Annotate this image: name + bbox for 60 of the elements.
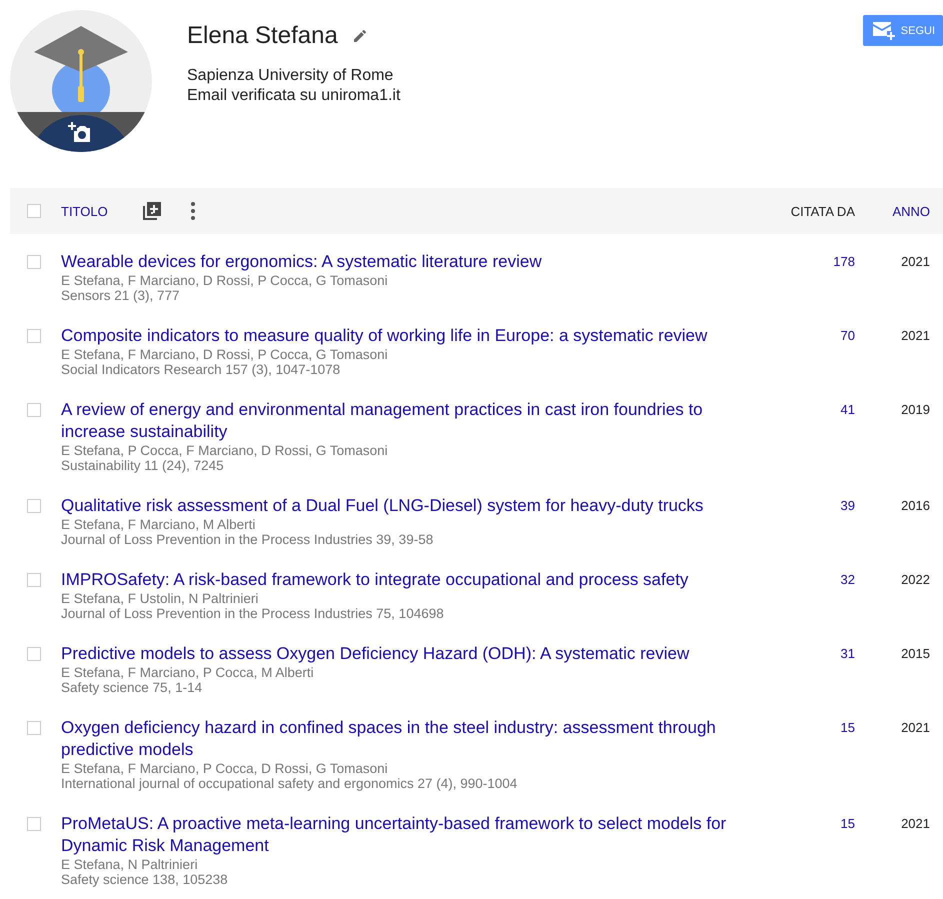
article-authors: E Stefana, F Ustolin, N Paltrinieri <box>61 591 260 606</box>
row-checkbox[interactable] <box>27 573 41 587</box>
cited-by-column-header[interactable]: CITATA DA <box>755 204 855 218</box>
article-authors: E Stefana, P Cocca, F Marciano, D Rossi, G Tomasoni <box>61 443 389 458</box>
citation-count-link[interactable]: 32 <box>775 569 855 591</box>
citation-count-link[interactable]: 15 <box>775 717 855 739</box>
article-title-link[interactable]: Qualitative risk assessment of a Dual Fuel (LNG-Diesel) system for heavy-duty trucks <box>61 495 761 517</box>
add-photo-icon[interactable] <box>68 120 92 144</box>
publication-year: 2022 <box>900 571 931 589</box>
article-venue: International journal of occupational safety and ergonomics 27 (4), 990-1004 <box>61 776 518 791</box>
select-all-checkbox[interactable] <box>27 204 41 218</box>
row-checkbox[interactable] <box>27 255 41 269</box>
add-icon[interactable] <box>142 201 162 221</box>
more-options-icon[interactable] <box>190 201 196 221</box>
article-venue: Safety science 138, 105238 <box>61 872 229 887</box>
row-checkbox[interactable] <box>27 721 41 735</box>
article-venue: Journal of Loss Prevention in the Process Industries 75, 104698 <box>61 606 445 621</box>
affiliation: Sapienza University of Rome <box>187 66 394 86</box>
row-checkbox[interactable] <box>27 647 41 661</box>
article-title-link[interactable]: Composite indicators to measure quality of working life in Europe: a systematic review <box>61 325 761 347</box>
article-title-link[interactable]: ProMetaUS: A proactive meta-learning uncertainty-based framework to select models for Dynamic Risk Management <box>61 813 761 857</box>
publication-year: 2016 <box>900 497 931 515</box>
verified-email: Email verificata su uniroma1.it <box>187 86 402 106</box>
mail-add-icon <box>872 22 895 40</box>
citation-count-link[interactable]: 15 <box>775 813 855 835</box>
row-checkbox[interactable] <box>27 499 41 513</box>
citation-count-link[interactable]: 41 <box>775 399 855 421</box>
article-venue: Sustainability 11 (24), 7245 <box>61 458 225 473</box>
article-venue: Sensors 21 (3), 777 <box>61 288 181 303</box>
article-authors: E Stefana, F Marciano, D Rossi, P Cocca, G Tomasoni <box>61 273 389 288</box>
article-venue: Journal of Loss Prevention in the Process Industries 39, 39-58 <box>61 532 434 547</box>
article-authors: E Stefana, F Marciano, M Alberti <box>61 517 256 532</box>
publication-year: 2021 <box>900 815 931 833</box>
title-column-header[interactable]: TITOLO <box>61 204 108 218</box>
article-title-link[interactable]: Predictive models to assess Oxygen Deficiency Hazard (ODH): A systematic review <box>61 643 761 665</box>
publication-year: 2021 <box>900 719 931 737</box>
article-authors: E Stefana, F Marciano, P Cocca, D Rossi, G Tomasoni <box>61 761 389 776</box>
citation-count-link[interactable]: 178 <box>775 251 855 273</box>
publication-year: 2015 <box>900 645 931 663</box>
citation-count-link[interactable]: 39 <box>775 495 855 517</box>
row-checkbox[interactable] <box>27 329 41 343</box>
article-title-link[interactable]: IMPROSafety: A risk-based framework to integrate occupational and process safety <box>61 569 761 591</box>
edit-icon[interactable] <box>352 28 368 44</box>
article-title-link[interactable]: Wearable devices for ergonomics: A systematic literature review <box>61 251 761 273</box>
article-authors: E Stefana, F Marciano, P Cocca, M Alberti <box>61 665 315 680</box>
row-checkbox[interactable] <box>27 403 41 417</box>
publication-year: 2019 <box>900 401 931 419</box>
publication-year: 2021 <box>900 253 931 271</box>
article-authors: E Stefana, N Paltrinieri <box>61 857 199 872</box>
article-title-link[interactable]: Oxygen deficiency hazard in confined spaces in the steel industry: assessment through predictive models <box>61 717 761 761</box>
article-authors: E Stefana, F Marciano, D Rossi, P Cocca, G Tomasoni <box>61 347 389 362</box>
publication-year: 2021 <box>900 327 931 345</box>
citation-count-link[interactable]: 31 <box>775 643 855 665</box>
profile-name: Elena Stefana <box>187 22 338 50</box>
citation-count-link[interactable]: 70 <box>775 325 855 347</box>
article-venue: Safety science 75, 1-14 <box>61 680 204 695</box>
article-venue: Social Indicators Research 157 (3), 1047-1078 <box>61 362 342 377</box>
year-column-header[interactable]: ANNO <box>855 204 943 218</box>
row-checkbox[interactable] <box>27 817 41 831</box>
article-title-link[interactable]: A review of energy and environmental management practices in cast iron foundries to increase sustainability <box>61 399 761 443</box>
